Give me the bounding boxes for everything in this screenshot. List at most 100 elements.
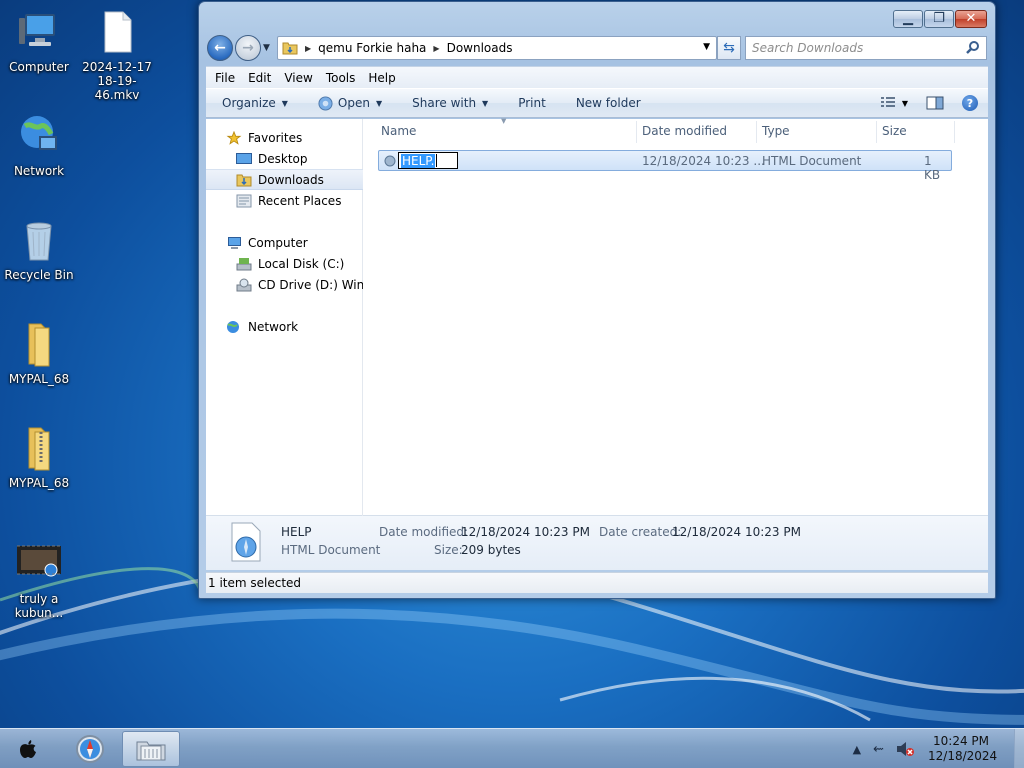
address-dropdown-icon[interactable]: ▼: [703, 42, 710, 52]
details-modified-label: Date modified:: [379, 525, 469, 539]
column-header-size[interactable]: Size: [882, 124, 907, 138]
taskbar: ▲ ⇜ 10:24 PM 12/18/2024: [0, 728, 1024, 768]
desktop-icon-label: 2024-12-17 18-19-46.mkv: [82, 60, 152, 102]
show-desktop-button[interactable]: [1014, 729, 1024, 768]
nav-item-computer[interactable]: Computer: [206, 232, 363, 253]
browser-icon: [318, 95, 333, 111]
column-divider[interactable]: [756, 121, 757, 143]
view-options-icon[interactable]: [880, 96, 896, 110]
minimize-button[interactable]: ▁: [893, 10, 923, 28]
folder-icon: [15, 320, 63, 368]
nav-item-downloads[interactable]: Downloads: [206, 169, 363, 190]
preview-pane-icon[interactable]: [926, 96, 944, 110]
column-header-type[interactable]: Type: [762, 124, 790, 138]
window-caption-buttons: ▁ ❐ ✕: [892, 10, 987, 28]
close-button[interactable]: ✕: [955, 10, 987, 28]
column-divider[interactable]: [876, 121, 877, 143]
taskbar-browser-button[interactable]: [68, 731, 112, 767]
nav-item-favorites[interactable]: Favorites: [206, 127, 363, 148]
file-row[interactable]: HELP. 12/18/2024 10:23 ... HTML Document…: [378, 150, 952, 182]
menu-edit[interactable]: Edit: [248, 71, 271, 85]
recycle-bin-icon: [15, 216, 63, 264]
details-created-label: Date created:: [599, 525, 682, 539]
menu-tools[interactable]: Tools: [326, 71, 356, 85]
desktop-icon-label: Network: [13, 164, 65, 178]
desktop-icon: [236, 152, 252, 164]
breadcrumb-item[interactable]: qemu Forkie haha: [318, 41, 426, 55]
back-button[interactable]: ←: [207, 35, 233, 61]
minimize-icon: ▁: [903, 11, 913, 26]
computer-icon: [228, 236, 241, 249]
print-button[interactable]: Print: [518, 96, 546, 110]
back-arrow-icon: ←: [214, 40, 226, 56]
menu-view[interactable]: View: [284, 71, 312, 85]
share-with-button[interactable]: Share with ▼: [412, 96, 488, 110]
desktop-icon-recycle-bin[interactable]: Recycle Bin: [0, 216, 78, 282]
forward-arrow-icon: →: [242, 40, 254, 56]
maximize-button[interactable]: ❐: [924, 10, 954, 28]
column-divider[interactable]: [636, 121, 637, 143]
forward-button[interactable]: →: [235, 35, 261, 61]
open-button[interactable]: Open ▼: [318, 95, 382, 111]
clock-time: 10:24 PM: [933, 734, 989, 748]
file-size: 1 KB: [924, 154, 941, 182]
desktop-icon-label: Computer: [9, 60, 69, 74]
desktop-icon-network[interactable]: Network: [0, 112, 78, 178]
file-list-pane[interactable]: Name Date modified Type Size ▼ HELP. 12/…: [364, 117, 988, 516]
nav-item-network[interactable]: Network: [206, 316, 363, 337]
search-input[interactable]: Search Downloads: [745, 36, 987, 60]
start-button[interactable]: [6, 731, 50, 767]
hard-drive-icon: [236, 257, 252, 270]
breadcrumb-item[interactable]: Downloads: [447, 41, 513, 55]
new-folder-button[interactable]: New folder: [576, 96, 641, 110]
network-globe-icon: [15, 112, 63, 160]
column-divider[interactable]: [954, 121, 955, 143]
breadcrumb-arrow-icon[interactable]: ▶: [433, 44, 439, 53]
system-clock[interactable]: 10:24 PM 12/18/2024: [928, 734, 997, 764]
desktop-icon-label: truly a kubun...: [14, 592, 64, 620]
organize-button[interactable]: Organize ▼: [222, 96, 288, 110]
view-dropdown-icon[interactable]: ▼: [902, 99, 908, 108]
nav-label: Favorites: [248, 130, 303, 145]
explorer-window[interactable]: ▁ ❐ ✕ ← → ▼ ▶ qemu Forkie haha ▶ Downloa…: [198, 1, 996, 599]
help-icon[interactable]: ?: [962, 95, 978, 111]
details-file-name: HELP: [281, 525, 312, 539]
menu-file[interactable]: File: [215, 71, 235, 85]
nav-item-desktop[interactable]: Desktop: [206, 148, 363, 169]
taskbar-explorer-button[interactable]: [122, 731, 180, 767]
details-pane: HELP HTML Document Date modified: 12/18/…: [206, 516, 988, 570]
desktop-icon-video-shortcut[interactable]: truly a kubun...: [0, 540, 78, 620]
nav-item-local-disk[interactable]: Local Disk (C:): [206, 253, 363, 274]
close-icon: ✕: [965, 11, 977, 26]
nav-label: Computer: [248, 235, 308, 250]
nav-item-recent-places[interactable]: Recent Places: [206, 190, 363, 211]
desktop-icon-mypal-zip[interactable]: MYPAL_68: [0, 424, 78, 490]
column-header-date[interactable]: Date modified: [642, 124, 727, 138]
rename-input[interactable]: HELP.: [398, 152, 458, 169]
speaker-muted-icon[interactable]: [896, 741, 914, 757]
nav-item-cd-drive[interactable]: CD Drive (D:) Windo: [206, 274, 363, 295]
network-status-icon[interactable]: ⇜: [873, 742, 884, 757]
column-header-name[interactable]: Name: [381, 124, 416, 138]
html-file-icon: [384, 155, 396, 167]
search-icon[interactable]: [965, 40, 981, 56]
recent-pages-dropdown[interactable]: ▼: [263, 43, 270, 53]
nav-label: Downloads: [258, 172, 324, 187]
organize-label: Organize: [222, 96, 276, 110]
desktop-icon-mypal-folder[interactable]: MYPAL_68: [0, 320, 78, 386]
rename-selected-text: HELP.: [401, 153, 436, 168]
details-size-value: 209 bytes: [461, 543, 521, 557]
libraries-folder-icon: [136, 741, 166, 761]
address-bar[interactable]: ▶ qemu Forkie haha ▶ Downloads ▼: [277, 36, 717, 60]
desktop-icon-video-file[interactable]: 2024-12-17 18-19-46.mkv: [78, 8, 156, 102]
desktop-icon-computer[interactable]: Computer: [0, 8, 78, 74]
chevron-down-icon: ▼: [482, 98, 489, 108]
refresh-button[interactable]: ⇆: [717, 36, 741, 60]
share-label: Share with: [412, 96, 477, 110]
nav-label: Desktop: [258, 151, 308, 166]
breadcrumb-arrow-icon[interactable]: ▶: [305, 44, 311, 53]
menu-help[interactable]: Help: [368, 71, 395, 85]
show-hidden-icons-button[interactable]: ▲: [853, 743, 861, 756]
desktop-icon-label: MYPAL_68: [8, 372, 70, 386]
document-icon: [93, 8, 141, 56]
